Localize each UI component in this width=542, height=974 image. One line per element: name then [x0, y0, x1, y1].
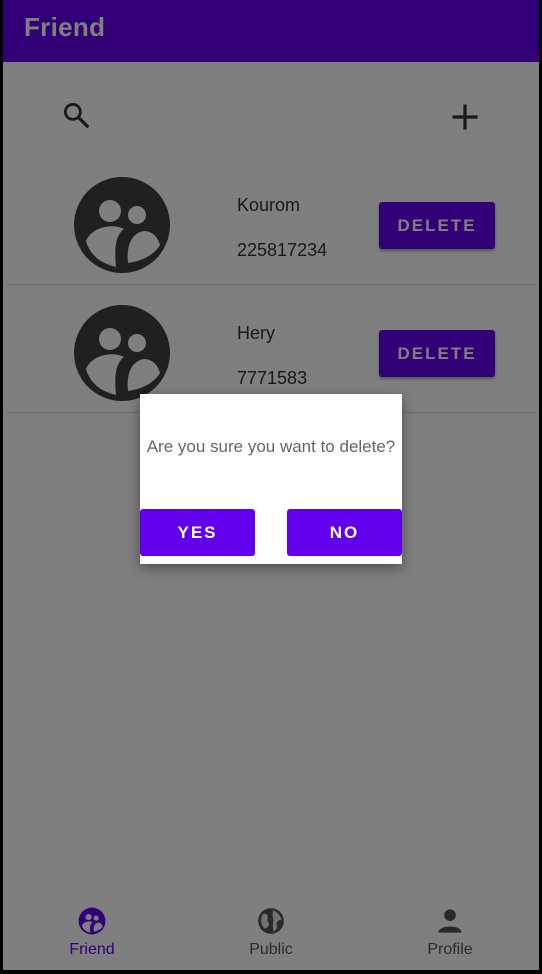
- yes-button[interactable]: YES: [140, 509, 255, 556]
- app-screen: Friend Kourom 225817234 DELETE: [3, 0, 539, 970]
- dialog-message: Are you sure you want to delete?: [146, 437, 396, 456]
- confirm-delete-dialog: Are you sure you want to delete? YES NO: [140, 394, 402, 564]
- no-button[interactable]: NO: [287, 509, 402, 556]
